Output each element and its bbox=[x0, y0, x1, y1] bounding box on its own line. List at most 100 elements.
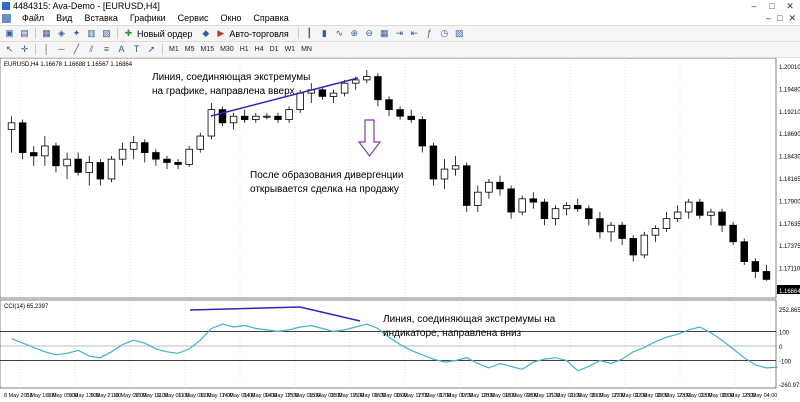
candle-body bbox=[129, 142, 138, 150]
candle-body bbox=[163, 158, 171, 163]
chart-header: EURUSD,H4 1.16678 1.16688 1.16567 1.1686… bbox=[4, 62, 133, 68]
candle-body bbox=[385, 99, 393, 111]
data-window-icon[interactable]: ◈ bbox=[56, 28, 67, 39]
menu-file[interactable]: Файл bbox=[16, 12, 50, 25]
arrows-icon[interactable]: ➚ bbox=[146, 44, 157, 55]
candle-body bbox=[7, 122, 16, 130]
terminal-icon[interactable]: ▥ bbox=[86, 28, 97, 39]
candle-body bbox=[518, 198, 526, 213]
auto-trading-icon[interactable]: ▶ bbox=[215, 28, 226, 39]
candlestick-icon[interactable]: ▮ bbox=[319, 28, 330, 39]
channel-icon[interactable]: ⫽ bbox=[86, 44, 97, 55]
mdi-restore-button[interactable]: □ bbox=[777, 12, 782, 25]
zoom-out-icon[interactable]: ⊖ bbox=[364, 28, 375, 39]
candle-body bbox=[696, 201, 704, 216]
minimize-button[interactable]: – bbox=[746, 0, 762, 12]
candle-body bbox=[496, 181, 504, 190]
strategy-tester-icon[interactable]: ▧ bbox=[101, 28, 112, 39]
candle-body bbox=[240, 115, 249, 120]
timeframe-m1[interactable]: M1 bbox=[166, 42, 182, 57]
timeframe-h4[interactable]: H4 bbox=[252, 42, 267, 57]
menu-help[interactable]: Справка bbox=[247, 12, 294, 25]
timeframe-d1[interactable]: D1 bbox=[267, 42, 282, 57]
candle-body bbox=[18, 122, 27, 153]
candle-body bbox=[540, 201, 549, 220]
candle-body bbox=[751, 261, 760, 272]
label-icon[interactable]: T bbox=[131, 44, 142, 55]
navigator-icon[interactable]: ✦ bbox=[71, 28, 82, 39]
bar-chart-icon[interactable]: ┃ bbox=[304, 28, 315, 39]
divergence-note-line1: После образования дивергенции bbox=[250, 169, 403, 181]
new-order-icon[interactable]: ✚ bbox=[123, 28, 134, 39]
candle-body bbox=[407, 115, 415, 120]
menu-insert[interactable]: Вставка bbox=[78, 12, 123, 25]
candle-body bbox=[318, 89, 327, 97]
window-title: 4484315: Ava-Demo - [EURUSD,H4] bbox=[13, 1, 160, 11]
tile-windows-icon[interactable]: ▦ bbox=[379, 28, 390, 39]
line-chart-icon[interactable]: ∿ bbox=[334, 28, 345, 39]
candle-body bbox=[740, 241, 748, 262]
candle-body bbox=[551, 208, 560, 220]
trendline-icon[interactable]: ╱ bbox=[71, 44, 82, 55]
candle-body bbox=[263, 115, 271, 118]
crosshair-icon[interactable]: ✛ bbox=[19, 44, 30, 55]
close-button[interactable]: ✕ bbox=[782, 0, 798, 12]
candle-body bbox=[107, 158, 116, 180]
candle-body bbox=[396, 109, 404, 117]
candle-body bbox=[207, 109, 216, 137]
candle-body bbox=[74, 158, 82, 173]
candle-body bbox=[152, 152, 160, 160]
chart-shift-icon[interactable]: ⇤ bbox=[409, 28, 420, 39]
candle-body bbox=[363, 76, 371, 81]
timeframe-m30[interactable]: M30 bbox=[217, 42, 237, 57]
price-tick-label: 1.20010 bbox=[779, 65, 800, 71]
periods-icon[interactable]: ◷ bbox=[439, 28, 450, 39]
menu-charts[interactable]: Графики bbox=[124, 12, 172, 25]
text-icon[interactable]: A bbox=[116, 44, 127, 55]
fibonacci-icon[interactable]: ≡ bbox=[101, 44, 112, 55]
candle-body bbox=[529, 198, 538, 203]
market-watch-icon[interactable]: ▦ bbox=[41, 28, 52, 39]
candle-body bbox=[96, 162, 105, 180]
new-order-button[interactable]: Новый ордер bbox=[137, 29, 192, 39]
candle-body bbox=[651, 228, 660, 236]
candle-body bbox=[63, 158, 71, 167]
candle-body bbox=[52, 145, 60, 167]
zoom-in-icon[interactable]: ⊕ bbox=[349, 28, 360, 39]
timeframe-w1[interactable]: W1 bbox=[282, 42, 299, 57]
indicators-icon[interactable]: ƒ bbox=[424, 28, 435, 39]
autoscroll-icon[interactable]: ⇥ bbox=[394, 28, 405, 39]
vertical-line-icon[interactable]: │ bbox=[41, 44, 52, 55]
profiles-icon[interactable]: ▤ bbox=[19, 28, 30, 39]
candle-body bbox=[618, 224, 626, 239]
candle-body bbox=[474, 191, 482, 206]
price-tick-label: 1.17900 bbox=[779, 199, 800, 205]
maximize-button[interactable]: □ bbox=[764, 0, 780, 12]
new-chart-icon[interactable]: ▣ bbox=[4, 28, 15, 39]
timeframe-mn[interactable]: MN bbox=[298, 42, 315, 57]
meta-editor-icon[interactable]: ◆ bbox=[200, 28, 211, 39]
candle-body bbox=[218, 109, 227, 124]
horizontal-line-icon[interactable]: ─ bbox=[56, 44, 67, 55]
auto-trading-button[interactable]: Авто-торговля bbox=[229, 29, 288, 39]
mdi-close-button[interactable]: ✕ bbox=[788, 12, 796, 25]
cci-tick-label: -260.9727 bbox=[779, 383, 800, 389]
menu-tools[interactable]: Сервис bbox=[172, 12, 215, 25]
menu-view[interactable]: Вид bbox=[50, 12, 78, 25]
candle-body bbox=[374, 76, 382, 101]
time-axis: 8 May 20188 May 16:009 May 05:009 May 13… bbox=[4, 393, 777, 399]
candle-body bbox=[729, 224, 737, 243]
price-tick-label: 1.17375 bbox=[779, 244, 800, 250]
candle-body bbox=[451, 165, 460, 170]
timeframe-h1[interactable]: H1 bbox=[237, 42, 252, 57]
chart-window-icon[interactable] bbox=[2, 14, 11, 23]
menu-window[interactable]: Окно bbox=[215, 12, 248, 25]
candle-body bbox=[285, 109, 293, 120]
templates-icon[interactable]: ▨ bbox=[454, 28, 465, 39]
cursor-icon[interactable]: ↖ bbox=[4, 44, 15, 55]
mdi-minimize-button[interactable]: – bbox=[766, 12, 771, 25]
timeframe-m5[interactable]: M5 bbox=[182, 42, 198, 57]
timeframe-m15[interactable]: M15 bbox=[197, 42, 217, 57]
chart-area[interactable]: Линия, соединяющая экстремумы на графике… bbox=[0, 57, 800, 400]
chart-svg[interactable]: Линия, соединяющая экстремумы на графике… bbox=[0, 57, 800, 400]
